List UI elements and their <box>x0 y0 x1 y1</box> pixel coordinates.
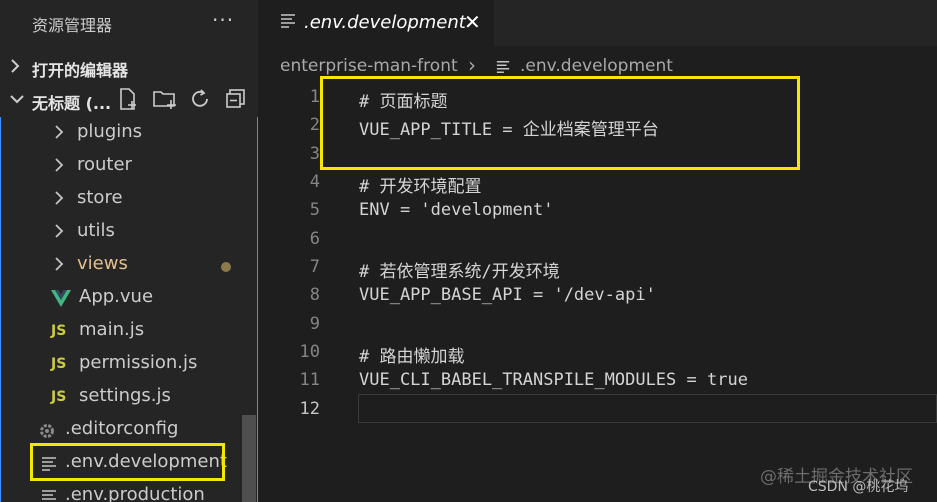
list-item[interactable]: plugins <box>1 117 241 150</box>
js-file-icon: JS <box>51 323 67 339</box>
chevron-right-icon <box>53 122 65 142</box>
lines-file-icon <box>280 13 296 29</box>
chevron-right-icon: › <box>468 53 476 77</box>
list-item[interactable]: JS settings.js <box>1 381 241 414</box>
open-editors-label: 打开的编辑器 <box>32 61 129 80</box>
line-number: 11 <box>299 370 320 390</box>
list-item[interactable]: .env.production <box>1 480 241 502</box>
code-line: 7 # 若依管理系统/开发环境 <box>258 254 937 282</box>
modified-dot-icon <box>221 262 231 272</box>
watermark-csdn: CSDN @桃花坞 <box>808 479 909 495</box>
chevron-right-icon <box>53 221 65 241</box>
code-line: 4 # 开发环境配置 <box>258 169 937 197</box>
tree-item-label: store <box>77 187 123 208</box>
code-line: 10 # 路由懒加载 <box>258 339 937 367</box>
line-number: 10 <box>299 342 320 362</box>
code-line: 9 <box>258 311 937 339</box>
tab-env-development[interactable]: .env.development ✕ <box>258 0 494 46</box>
refresh-icon[interactable] <box>188 87 212 111</box>
line-number: 3 <box>309 144 320 164</box>
tree-item-label: utils <box>77 220 115 241</box>
code-line: 11 VUE_CLI_BABEL_TRANSPILE_MODULES = true <box>258 367 937 395</box>
list-item[interactable]: JS main.js <box>1 315 241 348</box>
code-text: VUE_CLI_BABEL_TRANSPILE_MODULES = true <box>359 370 748 390</box>
collapse-all-icon[interactable] <box>224 87 248 111</box>
chevron-right-icon <box>53 254 65 274</box>
tree-item-label: App.vue <box>79 286 154 307</box>
gear-icon <box>37 421 57 441</box>
line-number: 6 <box>309 229 320 249</box>
new-folder-icon[interactable] <box>152 87 178 111</box>
tree-item-label: .env.production <box>65 484 205 502</box>
list-item[interactable]: router <box>1 150 241 183</box>
highlight-box-env-file <box>30 443 225 481</box>
breadcrumb-file[interactable]: .env.development <box>520 56 673 76</box>
js-file-icon: JS <box>51 389 67 405</box>
close-icon[interactable]: ✕ <box>464 10 481 34</box>
code-text: # 开发环境配置 <box>359 177 482 197</box>
line-number: 12 <box>299 399 320 419</box>
list-item[interactable]: utils <box>1 216 241 249</box>
chevron-right-icon <box>53 155 65 175</box>
list-item[interactable]: JS permission.js <box>1 348 241 381</box>
line-number: 8 <box>309 285 320 305</box>
lines-file-icon <box>496 60 510 74</box>
tree-item-label: .editorconfig <box>65 418 179 439</box>
explorer-title: 资源管理器 <box>32 16 113 35</box>
open-editors-section[interactable]: 打开的编辑器 <box>0 52 258 82</box>
tab-bar: .env.development ✕ <box>258 0 937 46</box>
workspace-label: 无标题 (... <box>32 94 112 113</box>
highlight-box-title <box>320 76 800 170</box>
explorer-header: 资源管理器 ··· <box>0 0 258 44</box>
more-actions-icon[interactable]: ··· <box>212 8 234 32</box>
tree-item-label: plugins <box>77 121 143 142</box>
vue-icon <box>51 290 71 308</box>
list-item[interactable]: views <box>1 249 241 282</box>
tree-item-label: permission.js <box>79 352 198 373</box>
new-file-icon[interactable] <box>116 87 140 111</box>
code-line: 6 <box>258 226 937 254</box>
explorer-sidebar: 资源管理器 ··· 打开的编辑器 无标题 (... plugins router… <box>0 0 258 502</box>
tree-item-label: main.js <box>79 319 145 340</box>
line-number: 2 <box>309 115 320 135</box>
workspace-section[interactable]: 无标题 (... <box>0 85 258 115</box>
line-number: 7 <box>309 257 320 277</box>
code-text: ENV = 'development' <box>359 200 554 220</box>
lines-file-icon <box>41 489 57 502</box>
js-file-icon: JS <box>51 356 67 372</box>
list-item[interactable]: App.vue <box>1 282 241 315</box>
chevron-down-icon <box>8 90 26 108</box>
line-number: 1 <box>309 87 320 107</box>
code-line: 5 ENV = 'development' <box>258 197 937 225</box>
code-text: # 若依管理系统/开发环境 <box>359 262 560 282</box>
tree-item-label: views <box>77 253 128 274</box>
line-number: 9 <box>309 314 320 334</box>
code-line: 8 VUE_APP_BASE_API = '/dev-api' <box>258 282 937 310</box>
tab-label: .env.development <box>304 12 466 33</box>
tree-item-label: router <box>77 154 132 175</box>
sidebar-scrollbar[interactable] <box>242 415 256 502</box>
code-text: # 路由懒加载 <box>359 347 465 367</box>
chevron-right-icon <box>53 188 65 208</box>
code-text: VUE_APP_BASE_API = '/dev-api' <box>359 285 656 305</box>
chevron-right-icon <box>8 57 22 75</box>
current-line-highlight <box>358 394 937 423</box>
line-number: 5 <box>309 200 320 220</box>
list-item[interactable]: store <box>1 183 241 216</box>
breadcrumb-folder[interactable]: enterprise-man-front <box>280 56 458 76</box>
tree-item-label: settings.js <box>79 385 171 406</box>
line-number: 4 <box>309 172 320 192</box>
